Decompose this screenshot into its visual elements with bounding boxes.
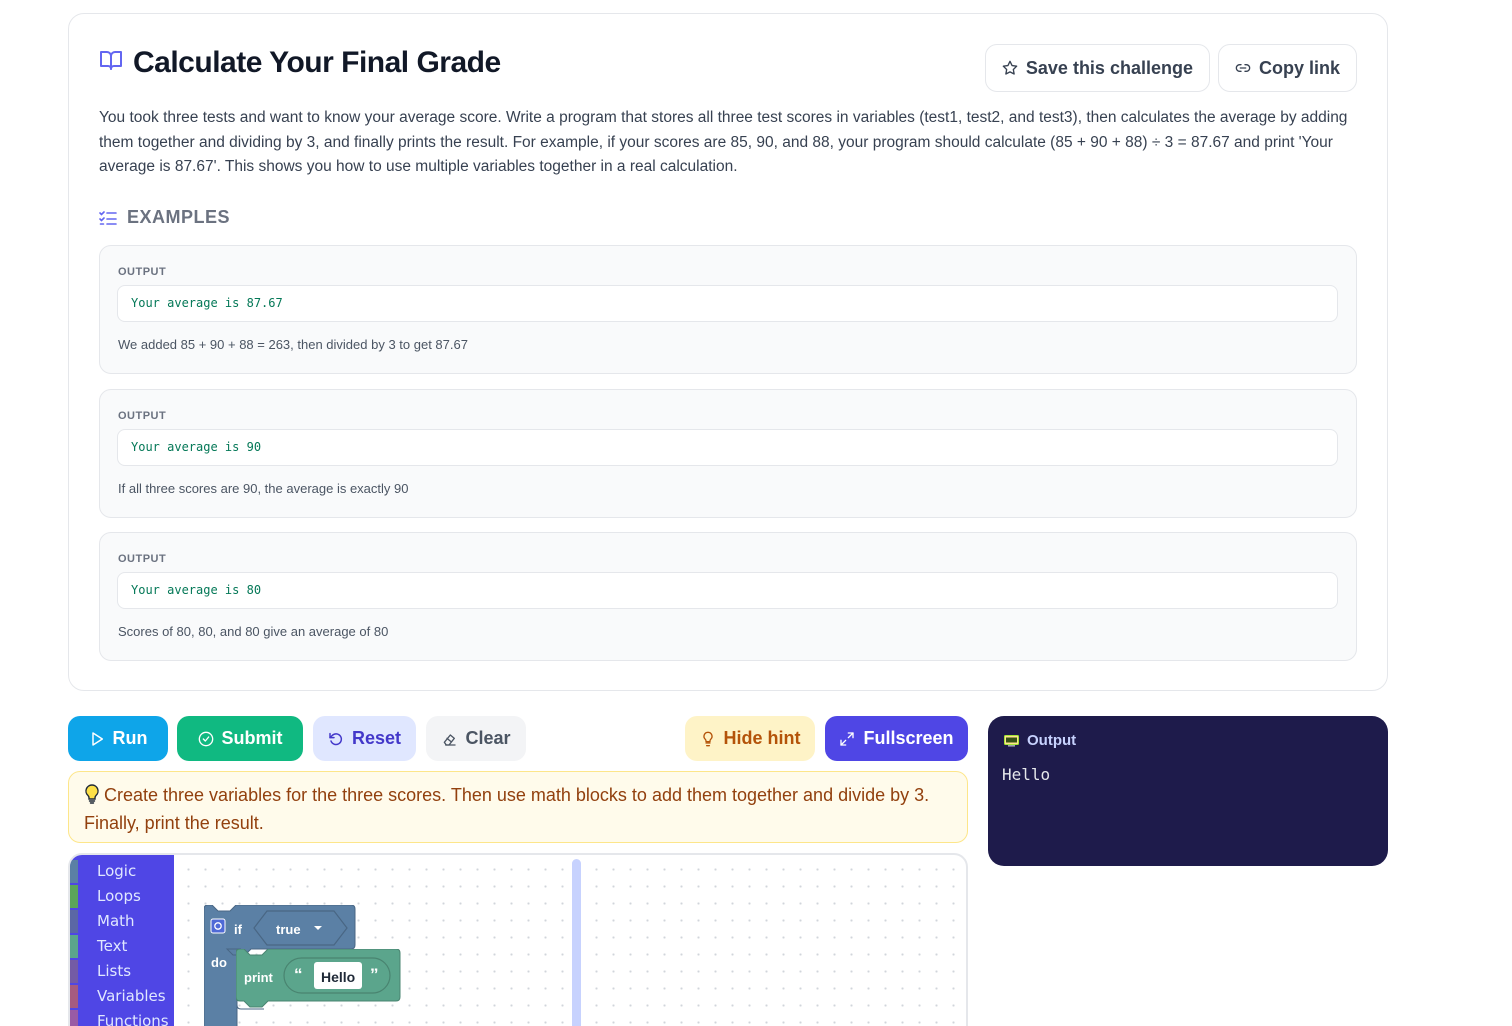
toolbox-category-math[interactable]: Math <box>70 909 174 934</box>
example-note: If all three scores are 90, the average … <box>118 481 409 496</box>
workspace-scrollbar[interactable] <box>572 859 581 1026</box>
block-workspace[interactable]: Logic Loops Math Text Lists Variables Fu… <box>68 853 968 1026</box>
do-label: do <box>211 955 227 970</box>
lightbulb-icon <box>84 784 100 811</box>
examples-heading-label: EXAMPLES <box>127 207 231 227</box>
example-output: Your average is 90 <box>117 429 1338 466</box>
category-color-swatch <box>70 960 78 983</box>
condition-dropdown[interactable]: true <box>276 922 301 937</box>
play-icon <box>91 731 103 746</box>
clear-label: Clear <box>465 728 511 748</box>
toolbox-category-label: Functions <box>97 1012 169 1026</box>
example-note: Scores of 80, 80, and 80 give an average… <box>118 624 389 639</box>
output-panel: Output Hello <box>988 716 1388 866</box>
example-output: Your average is 80 <box>117 572 1338 609</box>
check-circle-icon <box>198 731 213 746</box>
reset-label: Reset <box>351 728 402 748</box>
example-label: OUTPUT <box>118 410 167 422</box>
fullscreen-label: Fullscreen <box>863 728 954 748</box>
category-color-swatch <box>70 885 78 908</box>
toolbox-category-variables[interactable]: Variables <box>70 984 174 1009</box>
example-card: OUTPUT Your average is 80 Scores of 80, … <box>99 532 1357 661</box>
hint-box: Create three variables for the three sco… <box>68 771 968 843</box>
toolbox-category-label: Lists <box>97 962 132 980</box>
block-toolbox: Logic Loops Math Text Lists Variables Fu… <box>70 855 174 1026</box>
save-challenge-button[interactable]: Save this challenge <box>984 44 1210 92</box>
expand-icon <box>840 731 855 746</box>
monitor-icon <box>1004 734 1019 747</box>
eraser-icon <box>444 733 457 746</box>
star-icon <box>1002 60 1018 75</box>
challenge-actions: Save this challenge Copy link <box>984 44 1357 92</box>
category-color-swatch <box>70 1010 78 1026</box>
book-icon <box>99 48 123 72</box>
copy-link-label: Copy link <box>1258 57 1340 78</box>
challenge-card: Calculate Your Final Grade Save this cha… <box>68 13 1388 691</box>
example-card: OUTPUT Your average is 87.67 We added 85… <box>99 245 1357 374</box>
category-color-swatch <box>70 910 78 933</box>
category-color-swatch <box>70 985 78 1008</box>
string-value[interactable]: Hello <box>321 969 355 985</box>
example-output: Your average is 87.67 <box>117 285 1338 322</box>
editor-toolbar: Run Submit Reset Clear Hide hint Fullscr… <box>68 716 968 761</box>
category-color-swatch <box>70 935 78 958</box>
close-quote: ” <box>370 965 379 984</box>
toolbox-category-label: Math <box>97 912 135 930</box>
example-label: OUTPUT <box>118 266 167 278</box>
hint-text: Create three variables for the three sco… <box>84 785 930 833</box>
toolbox-category-functions[interactable]: Functions <box>70 1009 174 1026</box>
rotate-ccw-icon <box>329 732 343 745</box>
run-button[interactable]: Run <box>68 716 168 761</box>
reset-button[interactable]: Reset <box>313 716 416 761</box>
copy-link-button[interactable]: Copy link <box>1217 44 1357 92</box>
open-quote: “ <box>294 965 303 984</box>
output-title: Output <box>1027 732 1077 749</box>
output-header: Output <box>1004 732 1076 749</box>
submit-label: Submit <box>221 728 283 748</box>
examples-heading: EXAMPLES <box>99 207 230 228</box>
example-label: OUTPUT <box>118 553 167 565</box>
run-label: Run <box>112 728 148 748</box>
example-card: OUTPUT Your average is 90 If all three s… <box>99 389 1357 518</box>
print-label: print <box>244 970 273 985</box>
toolbox-category-label: Variables <box>97 987 166 1005</box>
toolbox-category-label: Loops <box>97 887 141 905</box>
toolbox-category-label: Logic <box>97 862 137 880</box>
fullscreen-button[interactable]: Fullscreen <box>825 716 968 761</box>
title-row: Calculate Your Final Grade <box>99 46 501 80</box>
toolbox-category-lists[interactable]: Lists <box>70 959 174 984</box>
toolbox-category-logic[interactable]: Logic <box>70 859 174 884</box>
example-note: We added 85 + 90 + 88 = 263, then divide… <box>118 337 468 352</box>
hide-hint-label: Hide hint <box>723 728 801 748</box>
save-challenge-label: Save this challenge <box>1025 57 1193 78</box>
toolbox-category-text[interactable]: Text <box>70 934 174 959</box>
page-title: Calculate Your Final Grade <box>133 46 501 79</box>
if-label: if <box>234 922 242 937</box>
toolbox-category-loops[interactable]: Loops <box>70 884 174 909</box>
clear-button[interactable]: Clear <box>426 716 526 761</box>
submit-button[interactable]: Submit <box>177 716 303 761</box>
toolbox-category-label: Text <box>97 937 128 955</box>
hide-hint-button[interactable]: Hide hint <box>685 716 815 761</box>
output-text: Hello <box>1002 765 1051 784</box>
link-icon <box>1235 64 1251 72</box>
challenge-description: You took three tests and want to know yo… <box>99 109 1348 175</box>
category-color-swatch <box>70 860 78 883</box>
lightbulb-icon <box>702 731 713 746</box>
checklist-icon <box>99 210 117 225</box>
